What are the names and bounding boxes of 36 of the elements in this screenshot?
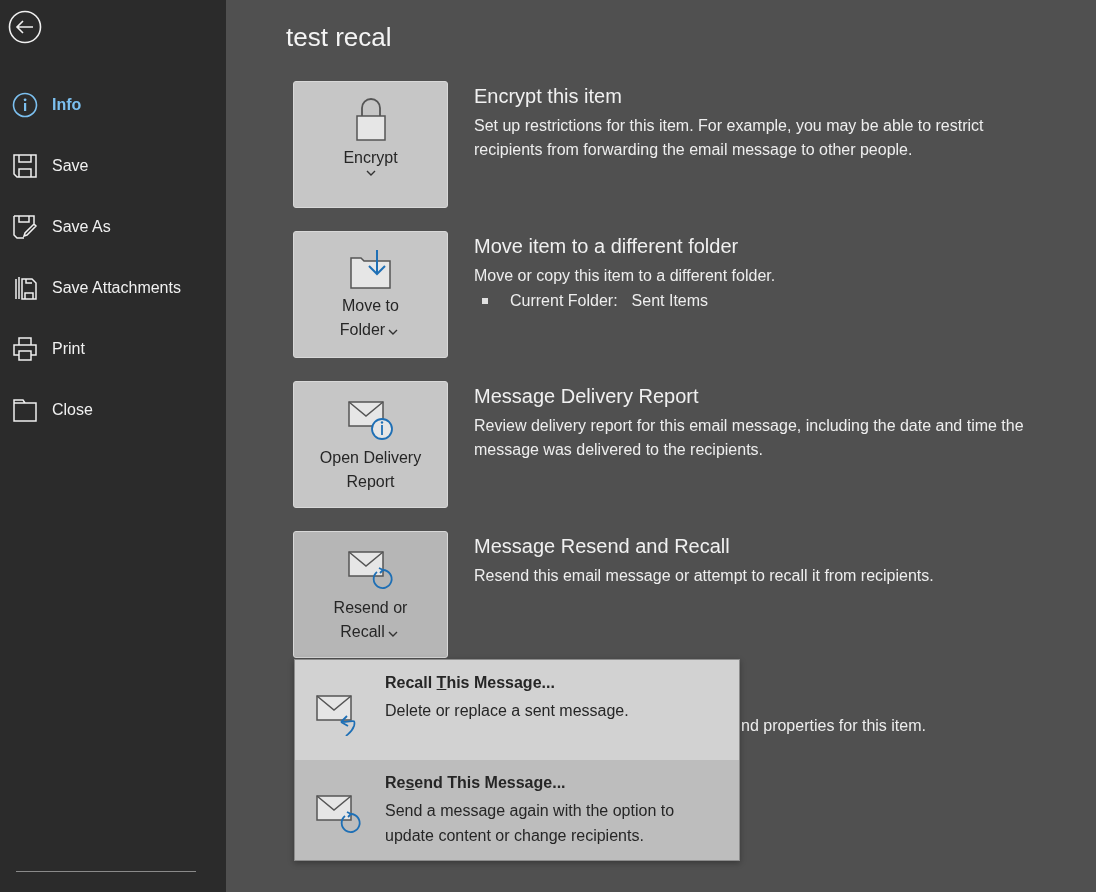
menu-item[interactable]: Recall This Message... Delete or replace a sent message. bbox=[295, 660, 739, 760]
sidebar-item[interactable]: Info bbox=[0, 74, 226, 135]
printer-icon bbox=[12, 335, 38, 362]
folder-arrow-icon bbox=[348, 248, 393, 290]
section-description: nd properties for this item. bbox=[741, 717, 926, 736]
sidebar-item[interactable]: Save Attachments bbox=[0, 257, 226, 318]
sidebar-item[interactable]: Save bbox=[0, 135, 226, 196]
folder-label: Current Folder: bbox=[510, 292, 618, 310]
section-description: Set up restrictions for this item. For example, you may be able to restrict recipients from forwarding the email message to other people. bbox=[474, 116, 985, 160]
bullet-icon bbox=[482, 298, 488, 304]
padlock-icon bbox=[353, 98, 388, 142]
folder-icon bbox=[12, 396, 38, 423]
sidebar-item[interactable]: Print bbox=[0, 318, 226, 379]
page-title: test recal bbox=[286, 22, 393, 52]
action-button[interactable]: Move to Folder bbox=[293, 231, 448, 358]
section-description: Move or copy this item to a different folder. bbox=[474, 266, 777, 286]
floppy-pencil-icon bbox=[12, 213, 38, 240]
menu-item[interactable]: Resend This Message... Send a message again with the option to update content or change recipients. bbox=[295, 760, 739, 860]
envelope-refresh-icon bbox=[346, 548, 395, 592]
action-button[interactable]: Open Delivery Report bbox=[293, 381, 448, 508]
envelope-refresh-icon bbox=[315, 792, 363, 836]
sidebar-item[interactable]: Close bbox=[0, 379, 226, 440]
envelope-info-icon bbox=[346, 398, 395, 442]
folder-value: Sent Items bbox=[631, 292, 709, 310]
section-heading: Encrypt this item bbox=[474, 85, 623, 108]
section-heading: Move item to a different folder bbox=[474, 235, 740, 258]
action-button[interactable]: Resend or Recall bbox=[293, 531, 448, 658]
section-heading: Message Delivery Report bbox=[474, 385, 700, 408]
section-heading: Message Resend and Recall bbox=[474, 535, 731, 558]
back-button[interactable] bbox=[8, 10, 42, 44]
info-icon bbox=[12, 91, 38, 118]
section-description: Resend this email message or attempt to recall it from recipients. bbox=[474, 566, 935, 586]
action-button[interactable]: Encrypt bbox=[293, 81, 448, 208]
stacked-floppy-icon bbox=[12, 274, 38, 301]
sidebar-item[interactable]: Save As bbox=[0, 196, 226, 257]
section-description: Review delivery report for this email message, including the date and time the message was delivered to the recipients. bbox=[474, 416, 1025, 460]
